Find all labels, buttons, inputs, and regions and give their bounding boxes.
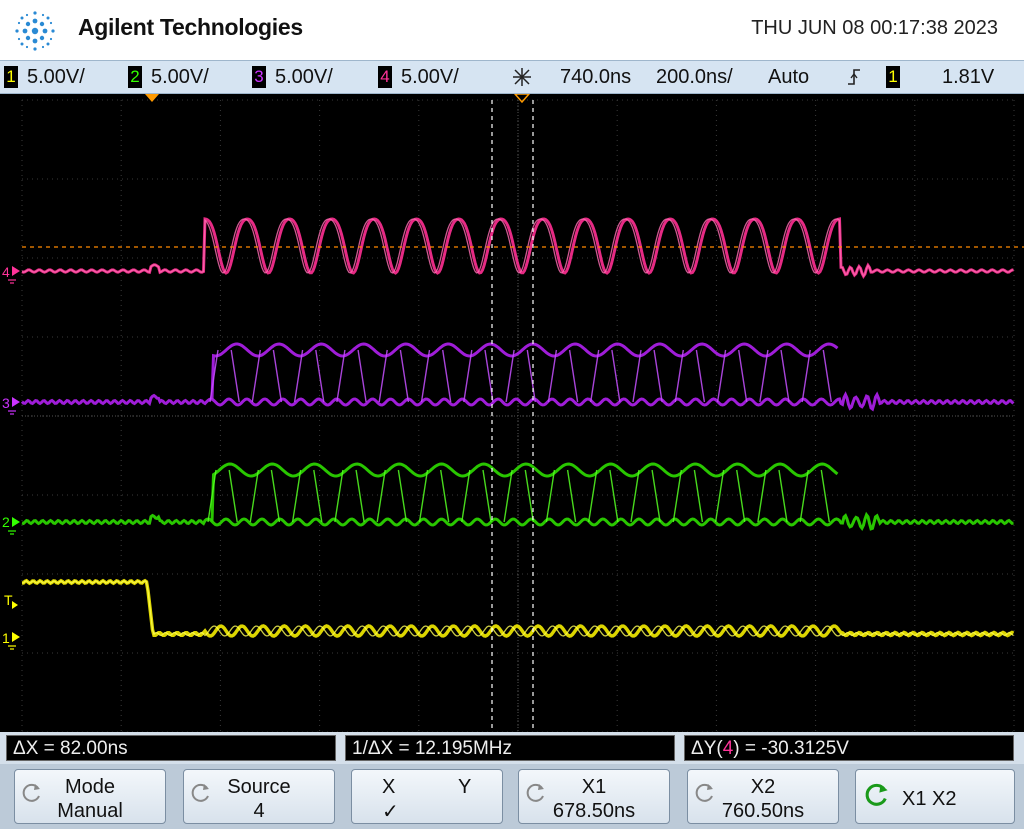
- x2-label: X2: [750, 776, 776, 798]
- waveform-svg: 4 3 2 T 1: [2, 93, 1024, 733]
- channel-1-scale-value: 5.00V/: [27, 65, 85, 88]
- channel-1-badge: 1: [4, 66, 18, 88]
- trigger-marker-label: T: [4, 592, 13, 608]
- trigger-source[interactable]: 1: [886, 65, 909, 89]
- source-value: 4: [253, 800, 265, 822]
- waveform-display[interactable]: 4 3 2 T 1: [0, 93, 1024, 733]
- channel-2-ground-marker[interactable]: 2: [2, 514, 20, 535]
- trigger-level-marker[interactable]: T: [4, 592, 18, 609]
- status-bar: 1 5.00V/ 2 5.00V/ 3 5.00V/ 4 5.00V/ 740.…: [0, 60, 1024, 94]
- channel-4-ground-marker[interactable]: 4: [2, 264, 20, 284]
- delay-reference-marker: [513, 93, 531, 104]
- trigger-source-badge: 1: [886, 66, 900, 88]
- trigger-position-marker: [145, 94, 159, 102]
- datetime: THU JUN 08 00:17:38 2023: [751, 17, 998, 39]
- channel-4-scale[interactable]: 4 5.00V/: [378, 65, 459, 89]
- mode-label: Mode: [64, 776, 116, 798]
- x1-x2-label: X1 X2: [902, 788, 957, 810]
- delta-y-value: ) = -30.3125V: [733, 738, 849, 759]
- source-softkey[interactable]: Source 4: [183, 769, 335, 824]
- channel-1-marker-label: 1: [2, 630, 10, 646]
- trigger-level[interactable]: 1.81V: [942, 66, 994, 89]
- channel-4-marker-label: 4: [2, 264, 10, 280]
- delta-y-channel: 4: [722, 738, 734, 759]
- x1-label: X1: [581, 776, 607, 798]
- softkey-bar: Mode Manual Source 4 X Y ✓ X1 678.50ns X…: [0, 764, 1024, 829]
- x1-x2-softkey[interactable]: X1 X2: [855, 769, 1015, 824]
- trigger-mode[interactable]: Auto: [768, 66, 809, 89]
- x2-softkey[interactable]: X2 760.50ns: [687, 769, 839, 824]
- delta-x-readout: ΔX = 82.00ns: [6, 735, 336, 761]
- title-bar: Agilent Technologies THU JUN 08 00:17:38…: [0, 0, 1024, 60]
- channel-3-scale-value: 5.00V/: [275, 65, 333, 88]
- graticule: [21, 99, 1015, 733]
- horizontal-delay-icon: [513, 68, 531, 86]
- xy-softkey[interactable]: X Y ✓: [351, 769, 503, 824]
- mode-value: Manual: [57, 800, 123, 822]
- channel-2-scale-value: 5.00V/: [151, 65, 209, 88]
- x1-softkey[interactable]: X1 678.50ns: [518, 769, 670, 824]
- brand-name: Agilent Technologies: [78, 14, 303, 40]
- channel-1-scale[interactable]: 1 5.00V/: [4, 65, 85, 89]
- source-label: Source: [227, 776, 291, 798]
- delta-y-readout: ΔY(4) = -30.3125V: [684, 735, 1014, 761]
- channel-2-scale[interactable]: 2 5.00V/: [128, 65, 209, 89]
- horizontal-delay-value[interactable]: 740.0ns: [560, 66, 631, 89]
- channel-4-badge: 4: [378, 66, 392, 88]
- delta-y-prefix: ΔY(: [691, 738, 723, 759]
- measurement-bar: ΔX = 82.00ns 1/ΔX = 12.195MHz ΔY(4) = -3…: [0, 732, 1024, 764]
- active-knob-icon: [865, 783, 888, 806]
- x2-value: 760.50ns: [721, 800, 805, 822]
- inverse-delta-x-readout: 1/ΔX = 12.195MHz: [345, 735, 675, 761]
- channel-3-scale[interactable]: 3 5.00V/: [252, 65, 333, 89]
- x1-value: 678.50ns: [552, 800, 636, 822]
- x-selected-check-icon: ✓: [382, 801, 399, 823]
- channel-2-badge: 2: [128, 66, 142, 88]
- timebase-value[interactable]: 200.0ns/: [656, 66, 733, 89]
- channel-3-ground-marker[interactable]: 3: [2, 395, 20, 415]
- y-option-label: Y: [458, 776, 472, 798]
- channel-3-marker-label: 3: [2, 395, 10, 411]
- channel-1-ground-marker[interactable]: 1: [2, 630, 20, 650]
- channel-2-marker-label: 2: [2, 514, 10, 530]
- channel-4-scale-value: 5.00V/: [401, 65, 459, 88]
- agilent-logo-icon: [15, 11, 55, 51]
- mode-softkey[interactable]: Mode Manual: [14, 769, 166, 824]
- trigger-edge-icon: [848, 69, 860, 85]
- channel-3-badge: 3: [252, 66, 266, 88]
- x-option-label: X: [382, 776, 396, 798]
